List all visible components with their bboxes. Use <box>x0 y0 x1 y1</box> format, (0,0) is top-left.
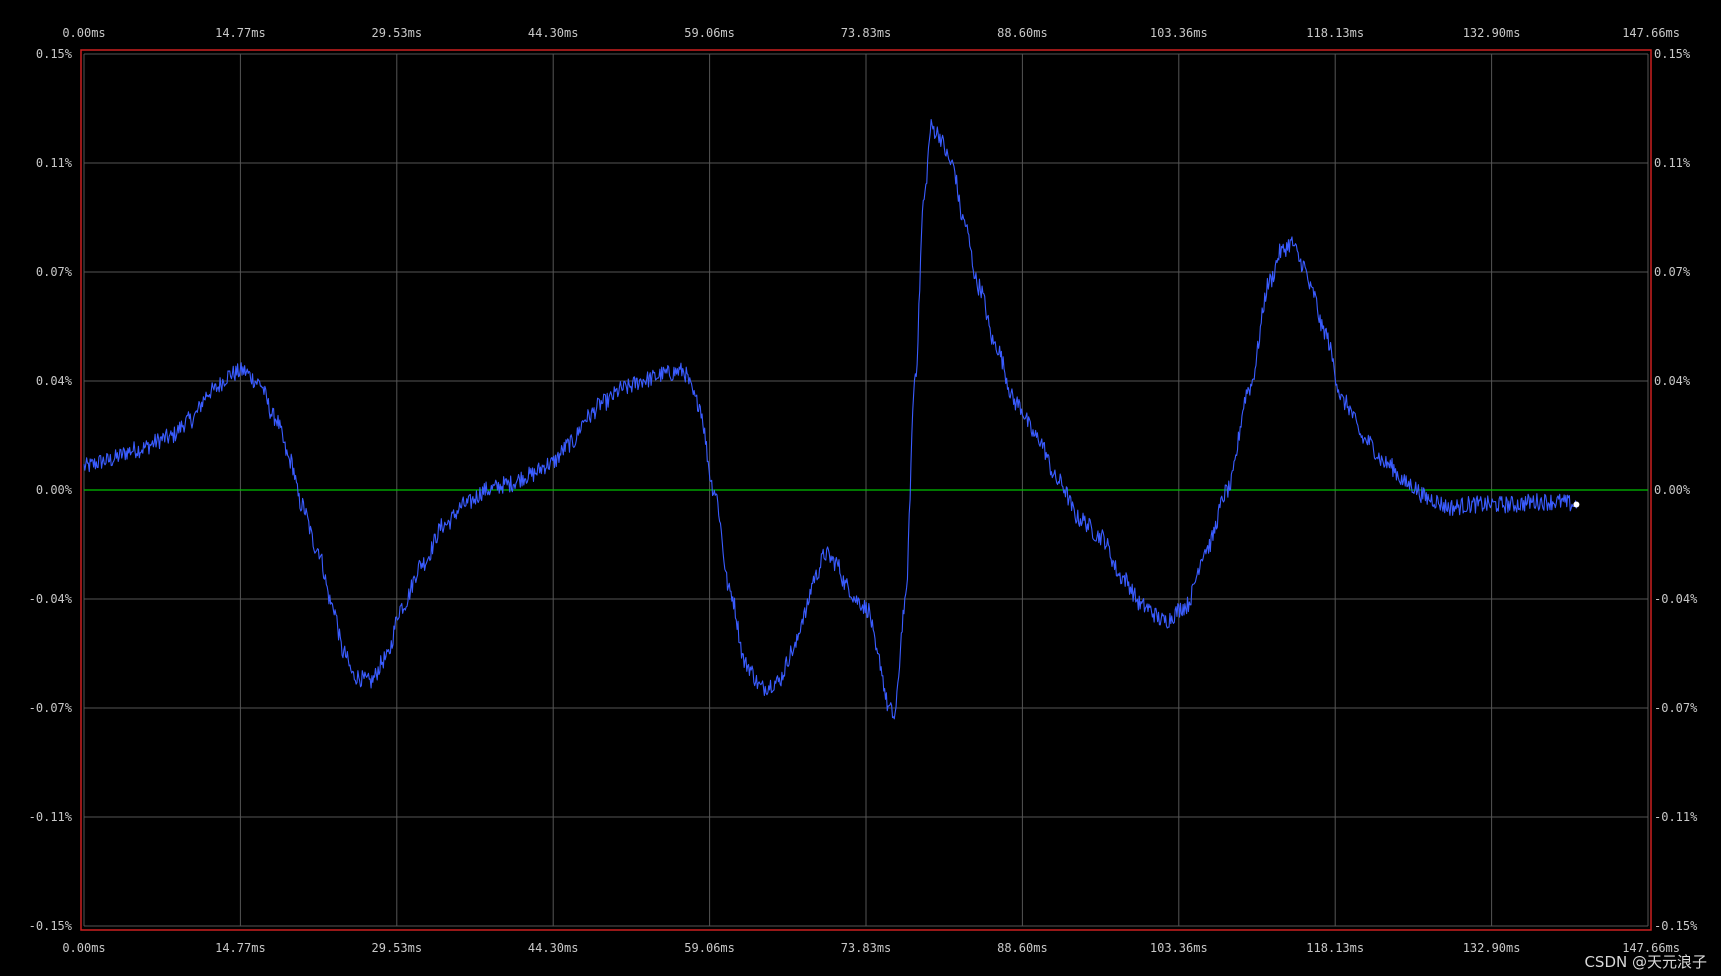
y-tick-label: -0.07% <box>29 701 73 715</box>
x-tick-label: 73.83ms <box>841 26 892 40</box>
x-tick-label: 59.06ms <box>684 26 735 40</box>
x-tick-label: 44.30ms <box>528 941 579 955</box>
y-tick-label: 0.04% <box>36 374 73 388</box>
x-tick-label: 147.66ms <box>1622 26 1680 40</box>
x-tick-label: 59.06ms <box>684 941 735 955</box>
y-tick-label: -0.11% <box>1654 810 1698 824</box>
y-tick-label: -0.15% <box>29 919 73 933</box>
y-tick-label: 0.00% <box>1654 483 1691 497</box>
x-tick-label: 88.60ms <box>997 26 1048 40</box>
x-tick-label: 14.77ms <box>215 941 266 955</box>
x-tick-label: 88.60ms <box>997 941 1048 955</box>
oscilloscope-chart: 0.00ms 14.77ms 29.53ms 44.30ms 59.06ms 73.83m… <box>0 0 1721 976</box>
y-tick-label: -0.04% <box>1654 592 1698 606</box>
x-tick-label: 44.30ms <box>528 26 579 40</box>
y-tick-label: -0.07% <box>1654 701 1698 715</box>
y-tick-label: 0.15% <box>36 47 73 61</box>
x-tick-label: 73.83ms <box>841 941 892 955</box>
watermark: CSDN @天元浪子 <box>1584 953 1707 971</box>
x-tick-label: 118.13ms <box>1306 26 1364 40</box>
y-tick-label: 0.07% <box>36 265 73 279</box>
y-tick-label: 0.00% <box>36 483 73 497</box>
x-tick-label: 0.00ms <box>62 26 105 40</box>
x-tick-label: 14.77ms <box>215 26 266 40</box>
x-tick-label: 118.13ms <box>1306 941 1364 955</box>
x-tick-label: 0.00ms <box>62 941 105 955</box>
y-tick-label: 0.11% <box>1654 156 1691 170</box>
y-tick-label: 0.11% <box>36 156 73 170</box>
y-tick-label: 0.07% <box>1654 265 1691 279</box>
chart-background <box>0 0 1721 976</box>
x-tick-label: 103.36ms <box>1150 941 1208 955</box>
y-tick-label: 0.15% <box>1654 47 1691 61</box>
x-tick-label: 103.36ms <box>1150 26 1208 40</box>
y-tick-label: -0.11% <box>29 810 73 824</box>
x-tick-label: 29.53ms <box>372 941 423 955</box>
y-tick-label: -0.04% <box>29 592 73 606</box>
x-tick-label: 29.53ms <box>372 26 423 40</box>
y-tick-label: -0.15% <box>1654 919 1698 933</box>
x-tick-label: 132.90ms <box>1463 941 1521 955</box>
y-tick-label: 0.04% <box>1654 374 1691 388</box>
end-point-marker <box>1573 501 1580 508</box>
x-tick-label: 132.90ms <box>1463 26 1521 40</box>
